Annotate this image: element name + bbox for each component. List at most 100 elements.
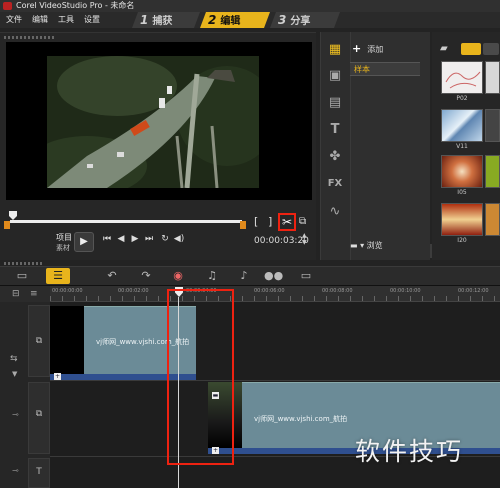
clip-thumbnail (50, 306, 84, 374)
sound-mixer-button[interactable]: ♫ (204, 268, 220, 284)
tab-capture[interactable]: 1 捕获 (132, 12, 200, 28)
app-window: Corel VideoStudio Pro - 未命名 文件 编辑 工具 设置 … (0, 0, 500, 488)
repeat-button[interactable]: ↻ (158, 234, 172, 244)
ripple-edit-icon[interactable]: ⇆ (10, 354, 18, 364)
ruler-tools (0, 286, 50, 302)
show-video-toggle[interactable] (461, 43, 481, 55)
path-icon[interactable]: ∿ (323, 202, 347, 222)
add-folder-label: 添加 (367, 45, 384, 54)
repeat-icon: ↻ (161, 234, 169, 244)
trim-end-handle[interactable] (240, 221, 246, 229)
library-thumb-i05[interactable] (441, 155, 483, 188)
video-frame (47, 56, 259, 188)
browse-button[interactable]: ▬ ▾ 浏览 (350, 240, 383, 251)
browse-label: 浏览 (366, 241, 383, 250)
library-thumb-partial[interactable] (485, 61, 500, 94)
mark-out-button[interactable]: ] (268, 215, 272, 228)
tab-share-label: 分享 (290, 16, 311, 27)
show-photo-toggle[interactable] (483, 43, 499, 55)
tab-capture-number: 1 (140, 13, 149, 27)
media-icon[interactable]: ▦ (323, 40, 347, 60)
ruler-label: 00:00:00:00 (52, 288, 83, 294)
fx-icon[interactable]: FX (323, 174, 347, 194)
subtitle-button[interactable]: ▭ (298, 268, 314, 284)
transition-icon[interactable]: ▣ (323, 66, 347, 86)
record-icon: ◉ (173, 269, 183, 282)
motion-track-button[interactable]: ●● (264, 268, 284, 284)
video-track-icon: ⧉ (35, 336, 43, 346)
project-mode-label[interactable]: 项目 (56, 232, 72, 243)
prev-frame-button[interactable]: ◀ (114, 234, 128, 244)
text-icon[interactable]: T (323, 120, 347, 140)
auto-music-button[interactable]: ♪ (236, 268, 252, 284)
tab-edit-label: 编辑 (220, 16, 241, 27)
home-button[interactable]: ⏮ (100, 234, 114, 244)
panel-grip[interactable] (4, 36, 54, 39)
next-frame-button[interactable]: ▶ (128, 234, 142, 244)
scrubber-bar[interactable] (10, 220, 242, 223)
end-button[interactable]: ⏭ (142, 234, 156, 244)
timecode-display[interactable]: 00:00:03:20 (254, 236, 309, 246)
tab-share[interactable]: 3 分享 (270, 12, 340, 28)
track-manager-icon[interactable]: ≡ (30, 289, 38, 299)
thumb-label: V11 (456, 143, 468, 150)
aerial-highway-image (47, 56, 259, 188)
storyboard-view-button[interactable]: ▭ (10, 268, 34, 284)
library-thumb-partial[interactable] (485, 203, 500, 236)
volume-button[interactable]: ◀) (172, 234, 186, 244)
library-thumb-p02[interactable] (441, 61, 483, 94)
folder-icon[interactable]: ▰ (440, 43, 448, 54)
watermark: 软件技巧 (355, 437, 464, 466)
ruler-label: 00:00:06:00 (254, 288, 285, 294)
map-sketch-image (445, 71, 481, 89)
overlay-track-header[interactable]: ⧉ (28, 382, 50, 454)
menu-tools[interactable]: 工具 (58, 12, 74, 28)
motion-icon: ●● (264, 269, 284, 282)
timeline-view-button[interactable]: ☰ (46, 268, 70, 284)
thumb-label: I05 (457, 189, 467, 196)
library-thumb-i20[interactable] (441, 203, 483, 236)
menu-settings[interactable]: 设置 (84, 12, 100, 28)
enlarge-preview-icon[interactable]: ⧉ (299, 216, 306, 227)
split-clip-button[interactable]: ✂ (278, 213, 296, 231)
tab-edit[interactable]: 2 编辑 (200, 12, 270, 28)
ruler-label: 00:00:08:00 (322, 288, 353, 294)
library-thumb-partial[interactable] (485, 109, 500, 142)
mark-in-button[interactable]: [ (254, 215, 258, 228)
tab-share-number: 3 (278, 13, 287, 27)
subtitle-icon: ▭ (300, 269, 312, 282)
audio-wave-icon: ♫ (207, 269, 217, 282)
graphic-icon[interactable]: ✤ (323, 147, 347, 167)
prev-frame-icon: ◀ (117, 234, 125, 244)
undo-icon: ↶ (107, 269, 117, 282)
track-divider (50, 380, 500, 381)
redo-button[interactable]: ↷ (138, 268, 154, 284)
title-icon[interactable]: ▤ (323, 93, 347, 113)
clip-title: vj师网_www.vjshi.com_航拍 (254, 415, 348, 423)
menu-edit[interactable]: 编辑 (32, 12, 48, 28)
undo-button[interactable]: ↶ (104, 268, 120, 284)
chevron-down-icon[interactable]: ▼ (12, 370, 17, 378)
title-track-header[interactable]: T (28, 458, 50, 488)
browse-icon: ▬ ▾ (350, 241, 367, 250)
fit-project-icon[interactable]: ⊟ (12, 289, 20, 299)
library-thumb-v11[interactable] (441, 109, 483, 142)
highlight-box (167, 289, 234, 465)
trim-start-handle[interactable] (4, 221, 10, 229)
timeline-icon: ☰ (53, 269, 63, 282)
record-capture-button[interactable]: ◉ (170, 268, 186, 284)
redo-icon: ↷ (141, 269, 151, 282)
track-visibility-icon[interactable]: ⊸ (12, 466, 19, 475)
menu-file[interactable]: 文件 (6, 12, 22, 28)
add-folder-button[interactable]: + 添加 (352, 42, 383, 55)
clip-mode-label[interactable]: 素材 (56, 243, 70, 253)
next-frame-icon: ▶ (131, 234, 139, 244)
play-button[interactable]: ▶ (74, 232, 94, 252)
folder-item-samples[interactable]: 样本 (350, 62, 420, 76)
track-visibility-icon[interactable]: ⊸ (12, 410, 19, 419)
video-track-header[interactable]: ⧉ (28, 305, 50, 377)
music-icon: ♪ (240, 269, 248, 282)
panel-grip[interactable] (4, 262, 44, 265)
library-thumb-partial[interactable] (485, 155, 500, 188)
timecode-stepper[interactable]: ▲ ▼ (302, 232, 307, 246)
